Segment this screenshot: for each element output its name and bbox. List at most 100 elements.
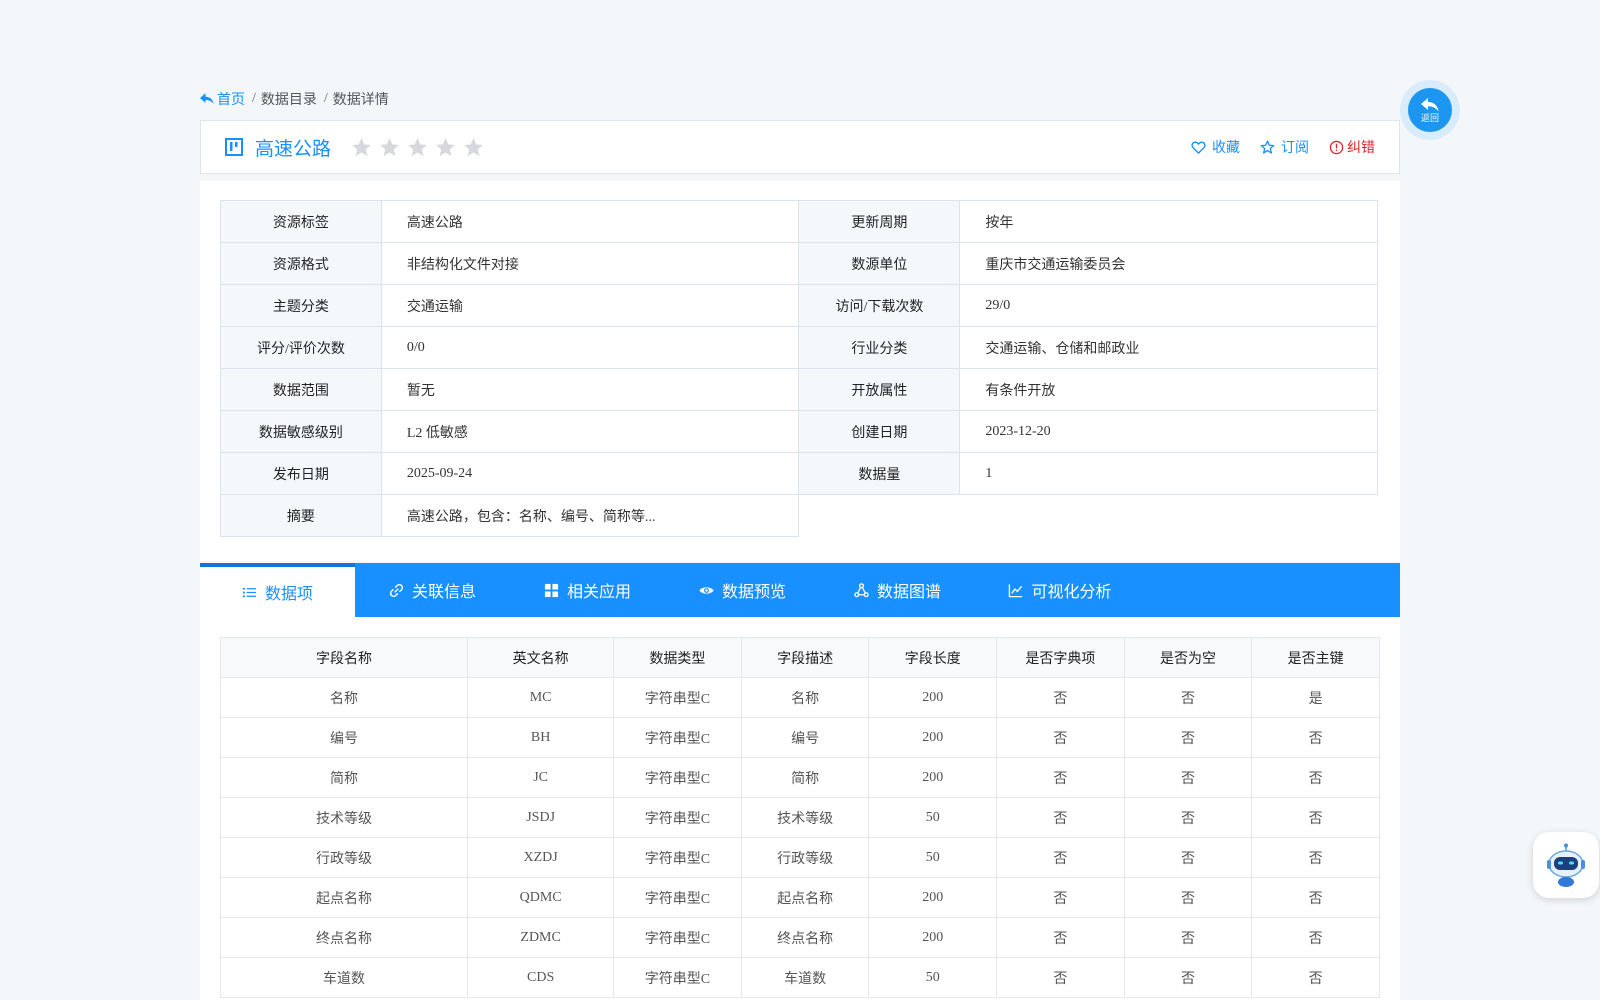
tab-link[interactable]: 关联信息 (355, 563, 510, 617)
table-cell: 字符串型C (613, 717, 742, 758)
table-cell: 否 (1251, 757, 1380, 798)
table-row: 行政等级 XZDJ 字符串型C 行政等级 50 否否否 (219, 837, 1380, 878)
breadcrumb-catalog-link[interactable]: 数据目录 (261, 89, 317, 109)
dataset-icon (225, 138, 243, 156)
back-button[interactable]: 返回 (1408, 88, 1452, 132)
info-value: 暂无 (380, 368, 800, 411)
star-outline-icon (1260, 139, 1275, 154)
tab-graph[interactable]: 数据图谱 (820, 563, 975, 617)
table-cell: 否 (1251, 717, 1380, 758)
back-button-label: 返回 (1420, 113, 1439, 123)
heart-icon (1191, 141, 1206, 154)
table-cell: JSDJ (467, 797, 615, 838)
column-header[interactable]: 字段名称 (219, 637, 469, 678)
info-row: 资源标签 高速公路 更新周期 按年 (220, 200, 1378, 243)
column-header[interactable]: 字段描述 (740, 637, 870, 678)
column-header[interactable]: 是否主键 (1251, 637, 1380, 678)
list-icon (242, 587, 257, 597)
breadcrumb-home-label: 首页 (217, 93, 245, 108)
rating-star-icon[interactable] (407, 137, 428, 158)
table-cell: 字符串型C (613, 797, 742, 838)
back-button-wrapper: 返回 (1400, 80, 1460, 140)
info-panel: 资源标签 高速公路 更新周期 按年 资源格式 非结构化文件对接 数源单位 重庆市交通运输委员会… (200, 181, 1400, 561)
table-cell: 简称 (740, 757, 870, 798)
tab-label: 可视化分析 (1031, 584, 1112, 601)
rating-star-icon[interactable] (379, 137, 400, 158)
page-title: 高速公路 (255, 138, 332, 160)
table-cell: 否 (996, 877, 1125, 918)
rating-star-icon[interactable] (435, 137, 456, 158)
table-cell: 起点名称 (219, 877, 469, 918)
rating-stars[interactable] (351, 137, 484, 158)
table-cell: 否 (996, 717, 1125, 758)
subscribe-label: 订阅 (1281, 141, 1309, 156)
rating-star-icon[interactable] (351, 137, 372, 158)
tab-eye[interactable]: 数据预览 (665, 563, 820, 617)
table-cell: 否 (1123, 677, 1253, 718)
assistant-robot-button[interactable] (1533, 832, 1599, 898)
table-cell: 字符串型C (613, 757, 742, 798)
table-cell: 否 (996, 757, 1125, 798)
info-value: 有条件开放 (959, 368, 1378, 411)
table-cell: 否 (1123, 957, 1253, 998)
table-cell: 简称 (219, 757, 469, 798)
column-header[interactable]: 英文名称 (467, 637, 615, 678)
exclamation-circle-icon (1329, 140, 1344, 154)
info-label: 资源标签 (220, 200, 382, 243)
table-cell: 名称 (740, 677, 870, 718)
table-cell: 编号 (219, 717, 469, 758)
table-row: 编号 BH 字符串型C 编号 200 否否否 (219, 717, 1380, 758)
table-cell: BH (467, 717, 615, 758)
tab-label: 相关应用 (566, 584, 631, 601)
eye-icon (699, 586, 714, 594)
table-cell: 否 (1123, 717, 1253, 758)
info-row: 摘要 高速公路，包含：名称、编号、简称等... (220, 494, 1378, 537)
breadcrumb-current: 数据详情 (332, 93, 389, 108)
breadcrumb-home-link[interactable]: 首页 (200, 89, 245, 109)
tab-bar: 数据项 关联信息 相关应用 数据预览 数据图谱 可视化分析 (200, 563, 1400, 617)
info-value: 29/0 (959, 284, 1378, 327)
table-cell: 字符串型C (613, 917, 742, 958)
table-cell: 200 (868, 917, 998, 958)
tab-label: 关联信息 (411, 584, 476, 601)
table-cell: 200 (868, 677, 998, 718)
link-icon (389, 583, 404, 597)
tab-grid[interactable]: 相关应用 (510, 563, 665, 617)
breadcrumb-separator: / (252, 91, 256, 106)
tab-label: 数据项 (264, 586, 313, 603)
rating-star-icon[interactable] (463, 137, 484, 158)
info-value: 2023-12-20 (959, 410, 1378, 453)
column-header[interactable]: 字段长度 (868, 637, 998, 678)
info-row: 数据范围 暂无 开放属性 有条件开放 (220, 368, 1378, 411)
table-row: 起点名称 QDMC 字符串型C 起点名称 200 否否否 (219, 877, 1380, 918)
info-row: 资源格式 非结构化文件对接 数源单位 重庆市交通运输委员会 (220, 242, 1378, 285)
robot-icon (1547, 843, 1585, 887)
column-header[interactable]: 是否字典项 (996, 637, 1125, 678)
fields-header-row: 字段名称 英文名称 数据类型 字段描述 字段长度 是否字典项 是否为空 是否主键 (219, 637, 1380, 678)
table-cell: 50 (868, 837, 998, 878)
info-row: 评分/评价次数 0/0 行业分类 交通运输、仓储和邮政业 (220, 326, 1378, 369)
tab-chart-line[interactable]: 可视化分析 (975, 563, 1145, 617)
info-label: 数据量 (798, 452, 961, 495)
breadcrumb-separator: / (323, 91, 328, 106)
info-value: 1 (959, 452, 1378, 495)
info-value: 非结构化文件对接 (380, 242, 800, 285)
column-header[interactable]: 是否为空 (1123, 637, 1253, 678)
favorite-button[interactable]: 收藏 (1191, 137, 1240, 157)
info-empty-cell (959, 494, 1378, 537)
table-cell: QDMC (467, 877, 615, 918)
table-row: 名称 MC 字符串型C 名称 200 否否是 (219, 677, 1380, 718)
subscribe-button[interactable]: 订阅 (1260, 137, 1309, 157)
graph-icon (854, 582, 869, 597)
report-error-button[interactable]: 纠错 (1329, 137, 1375, 157)
table-cell: 否 (1123, 917, 1253, 958)
table-cell: 否 (996, 837, 1125, 878)
column-header[interactable]: 数据类型 (613, 637, 742, 678)
favorite-label: 收藏 (1212, 141, 1240, 156)
info-label: 更新周期 (798, 200, 961, 243)
info-row: 发布日期 2025-09-24 数据量 1 (220, 452, 1378, 495)
grid-icon (544, 583, 559, 597)
info-label: 摘要 (220, 494, 382, 537)
info-table: 资源标签 高速公路 更新周期 按年 资源格式 非结构化文件对接 数源单位 重庆市交通运输委员会… (220, 200, 1378, 537)
tab-list[interactable]: 数据项 (200, 563, 355, 617)
